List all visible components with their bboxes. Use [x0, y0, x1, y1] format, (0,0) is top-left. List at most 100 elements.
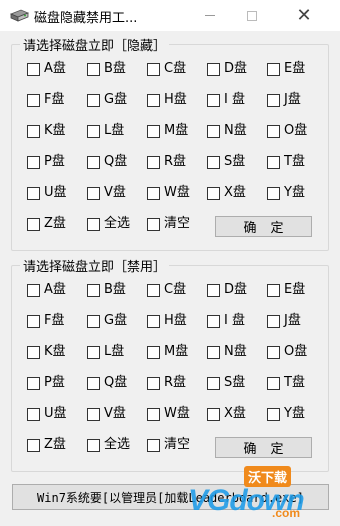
drive-checkbox[interactable]: 清空 [147, 217, 190, 231]
drive-checkbox[interactable]: M盘 [147, 345, 188, 359]
checkbox-square[interactable] [267, 376, 280, 390]
checkbox-square[interactable] [147, 217, 160, 231]
drive-checkbox[interactable]: H盘 [147, 314, 187, 328]
checkbox-square[interactable] [87, 186, 100, 200]
drive-checkbox[interactable]: N盘 [207, 124, 247, 138]
drive-checkbox[interactable]: F盘 [27, 93, 64, 107]
checkbox-square[interactable] [267, 407, 280, 421]
drive-checkbox[interactable]: X盘 [207, 186, 246, 200]
checkbox-square[interactable] [27, 93, 40, 107]
drive-checkbox[interactable]: D盘 [207, 283, 247, 297]
drive-checkbox[interactable]: L盘 [87, 124, 124, 138]
load-admin-button[interactable]: Win7系统要[以管理员[加载Leaderboard.exe] [12, 484, 329, 510]
checkbox-square[interactable] [147, 376, 160, 390]
checkbox-square[interactable] [207, 283, 220, 297]
checkbox-square[interactable] [207, 314, 220, 328]
checkbox-square[interactable] [207, 186, 220, 200]
checkbox-square[interactable] [267, 186, 280, 200]
drive-checkbox[interactable]: W盘 [147, 186, 190, 200]
drive-checkbox[interactable]: Y盘 [267, 407, 305, 421]
checkbox-square[interactable] [147, 186, 160, 200]
checkbox-square[interactable] [27, 155, 40, 169]
confirm-button[interactable]: 确定 [215, 216, 312, 237]
drive-checkbox[interactable]: E盘 [267, 62, 305, 76]
drive-checkbox[interactable]: 全选 [87, 217, 130, 231]
checkbox-square[interactable] [207, 93, 220, 107]
checkbox-square[interactable] [87, 314, 100, 328]
drive-checkbox[interactable]: K盘 [27, 345, 66, 359]
drive-checkbox[interactable]: Z盘 [27, 438, 66, 452]
checkbox-square[interactable] [207, 62, 220, 76]
drive-checkbox[interactable]: C盘 [147, 283, 186, 297]
checkbox-square[interactable] [147, 283, 160, 297]
drive-checkbox[interactable]: E盘 [267, 283, 305, 297]
checkbox-square[interactable] [27, 62, 40, 76]
drive-checkbox[interactable]: A盘 [27, 62, 66, 76]
checkbox-square[interactable] [147, 155, 160, 169]
checkbox-square[interactable] [147, 93, 160, 107]
maximize-button[interactable] [230, 0, 274, 31]
checkbox-square[interactable] [207, 155, 220, 169]
checkbox-square[interactable] [147, 124, 160, 138]
drive-checkbox[interactable]: 全选 [87, 438, 130, 452]
checkbox-square[interactable] [87, 93, 100, 107]
checkbox-square[interactable] [267, 124, 280, 138]
drive-checkbox[interactable]: V盘 [87, 407, 126, 421]
checkbox-square[interactable] [147, 314, 160, 328]
drive-checkbox[interactable]: F盘 [27, 314, 64, 328]
checkbox-square[interactable] [27, 217, 40, 231]
checkbox-square[interactable] [207, 345, 220, 359]
checkbox-square[interactable] [267, 62, 280, 76]
drive-checkbox[interactable]: I 盘 [207, 93, 245, 107]
checkbox-square[interactable] [27, 438, 40, 452]
checkbox-square[interactable] [87, 62, 100, 76]
drive-checkbox[interactable]: S盘 [207, 376, 245, 390]
checkbox-square[interactable] [87, 283, 100, 297]
drive-checkbox[interactable]: T盘 [267, 155, 305, 169]
checkbox-square[interactable] [267, 93, 280, 107]
confirm-button[interactable]: 确定 [215, 437, 312, 458]
drive-checkbox[interactable]: Q盘 [87, 155, 127, 169]
checkbox-square[interactable] [87, 438, 100, 452]
checkbox-square[interactable] [147, 62, 160, 76]
drive-checkbox[interactable]: U盘 [27, 186, 67, 200]
checkbox-square[interactable] [27, 283, 40, 297]
checkbox-square[interactable] [207, 124, 220, 138]
drive-checkbox[interactable]: V盘 [87, 186, 126, 200]
drive-checkbox[interactable]: 清空 [147, 438, 190, 452]
drive-checkbox[interactable]: J盘 [267, 314, 301, 328]
drive-checkbox[interactable]: B盘 [87, 62, 126, 76]
drive-checkbox[interactable]: G盘 [87, 314, 127, 328]
minimize-button[interactable] [188, 0, 232, 31]
drive-checkbox[interactable]: P盘 [27, 155, 65, 169]
drive-checkbox[interactable]: G盘 [87, 93, 127, 107]
drive-checkbox[interactable]: I 盘 [207, 314, 245, 328]
checkbox-square[interactable] [27, 314, 40, 328]
drive-checkbox[interactable]: O盘 [267, 124, 307, 138]
drive-checkbox[interactable]: T盘 [267, 376, 305, 390]
checkbox-square[interactable] [27, 407, 40, 421]
drive-checkbox[interactable]: C盘 [147, 62, 186, 76]
checkbox-square[interactable] [27, 376, 40, 390]
checkbox-square[interactable] [267, 314, 280, 328]
checkbox-square[interactable] [87, 124, 100, 138]
checkbox-square[interactable] [207, 407, 220, 421]
checkbox-square[interactable] [267, 155, 280, 169]
checkbox-square[interactable] [27, 345, 40, 359]
drive-checkbox[interactable]: W盘 [147, 407, 190, 421]
drive-checkbox[interactable]: O盘 [267, 345, 307, 359]
checkbox-square[interactable] [147, 345, 160, 359]
drive-checkbox[interactable]: M盘 [147, 124, 188, 138]
drive-checkbox[interactable]: N盘 [207, 345, 247, 359]
checkbox-square[interactable] [87, 407, 100, 421]
drive-checkbox[interactable]: R盘 [147, 155, 186, 169]
drive-checkbox[interactable]: L盘 [87, 345, 124, 359]
drive-checkbox[interactable]: B盘 [87, 283, 126, 297]
drive-checkbox[interactable]: K盘 [27, 124, 66, 138]
drive-checkbox[interactable]: P盘 [27, 376, 65, 390]
checkbox-square[interactable] [147, 407, 160, 421]
checkbox-square[interactable] [207, 376, 220, 390]
checkbox-square[interactable] [87, 345, 100, 359]
checkbox-square[interactable] [87, 155, 100, 169]
drive-checkbox[interactable]: D盘 [207, 62, 247, 76]
